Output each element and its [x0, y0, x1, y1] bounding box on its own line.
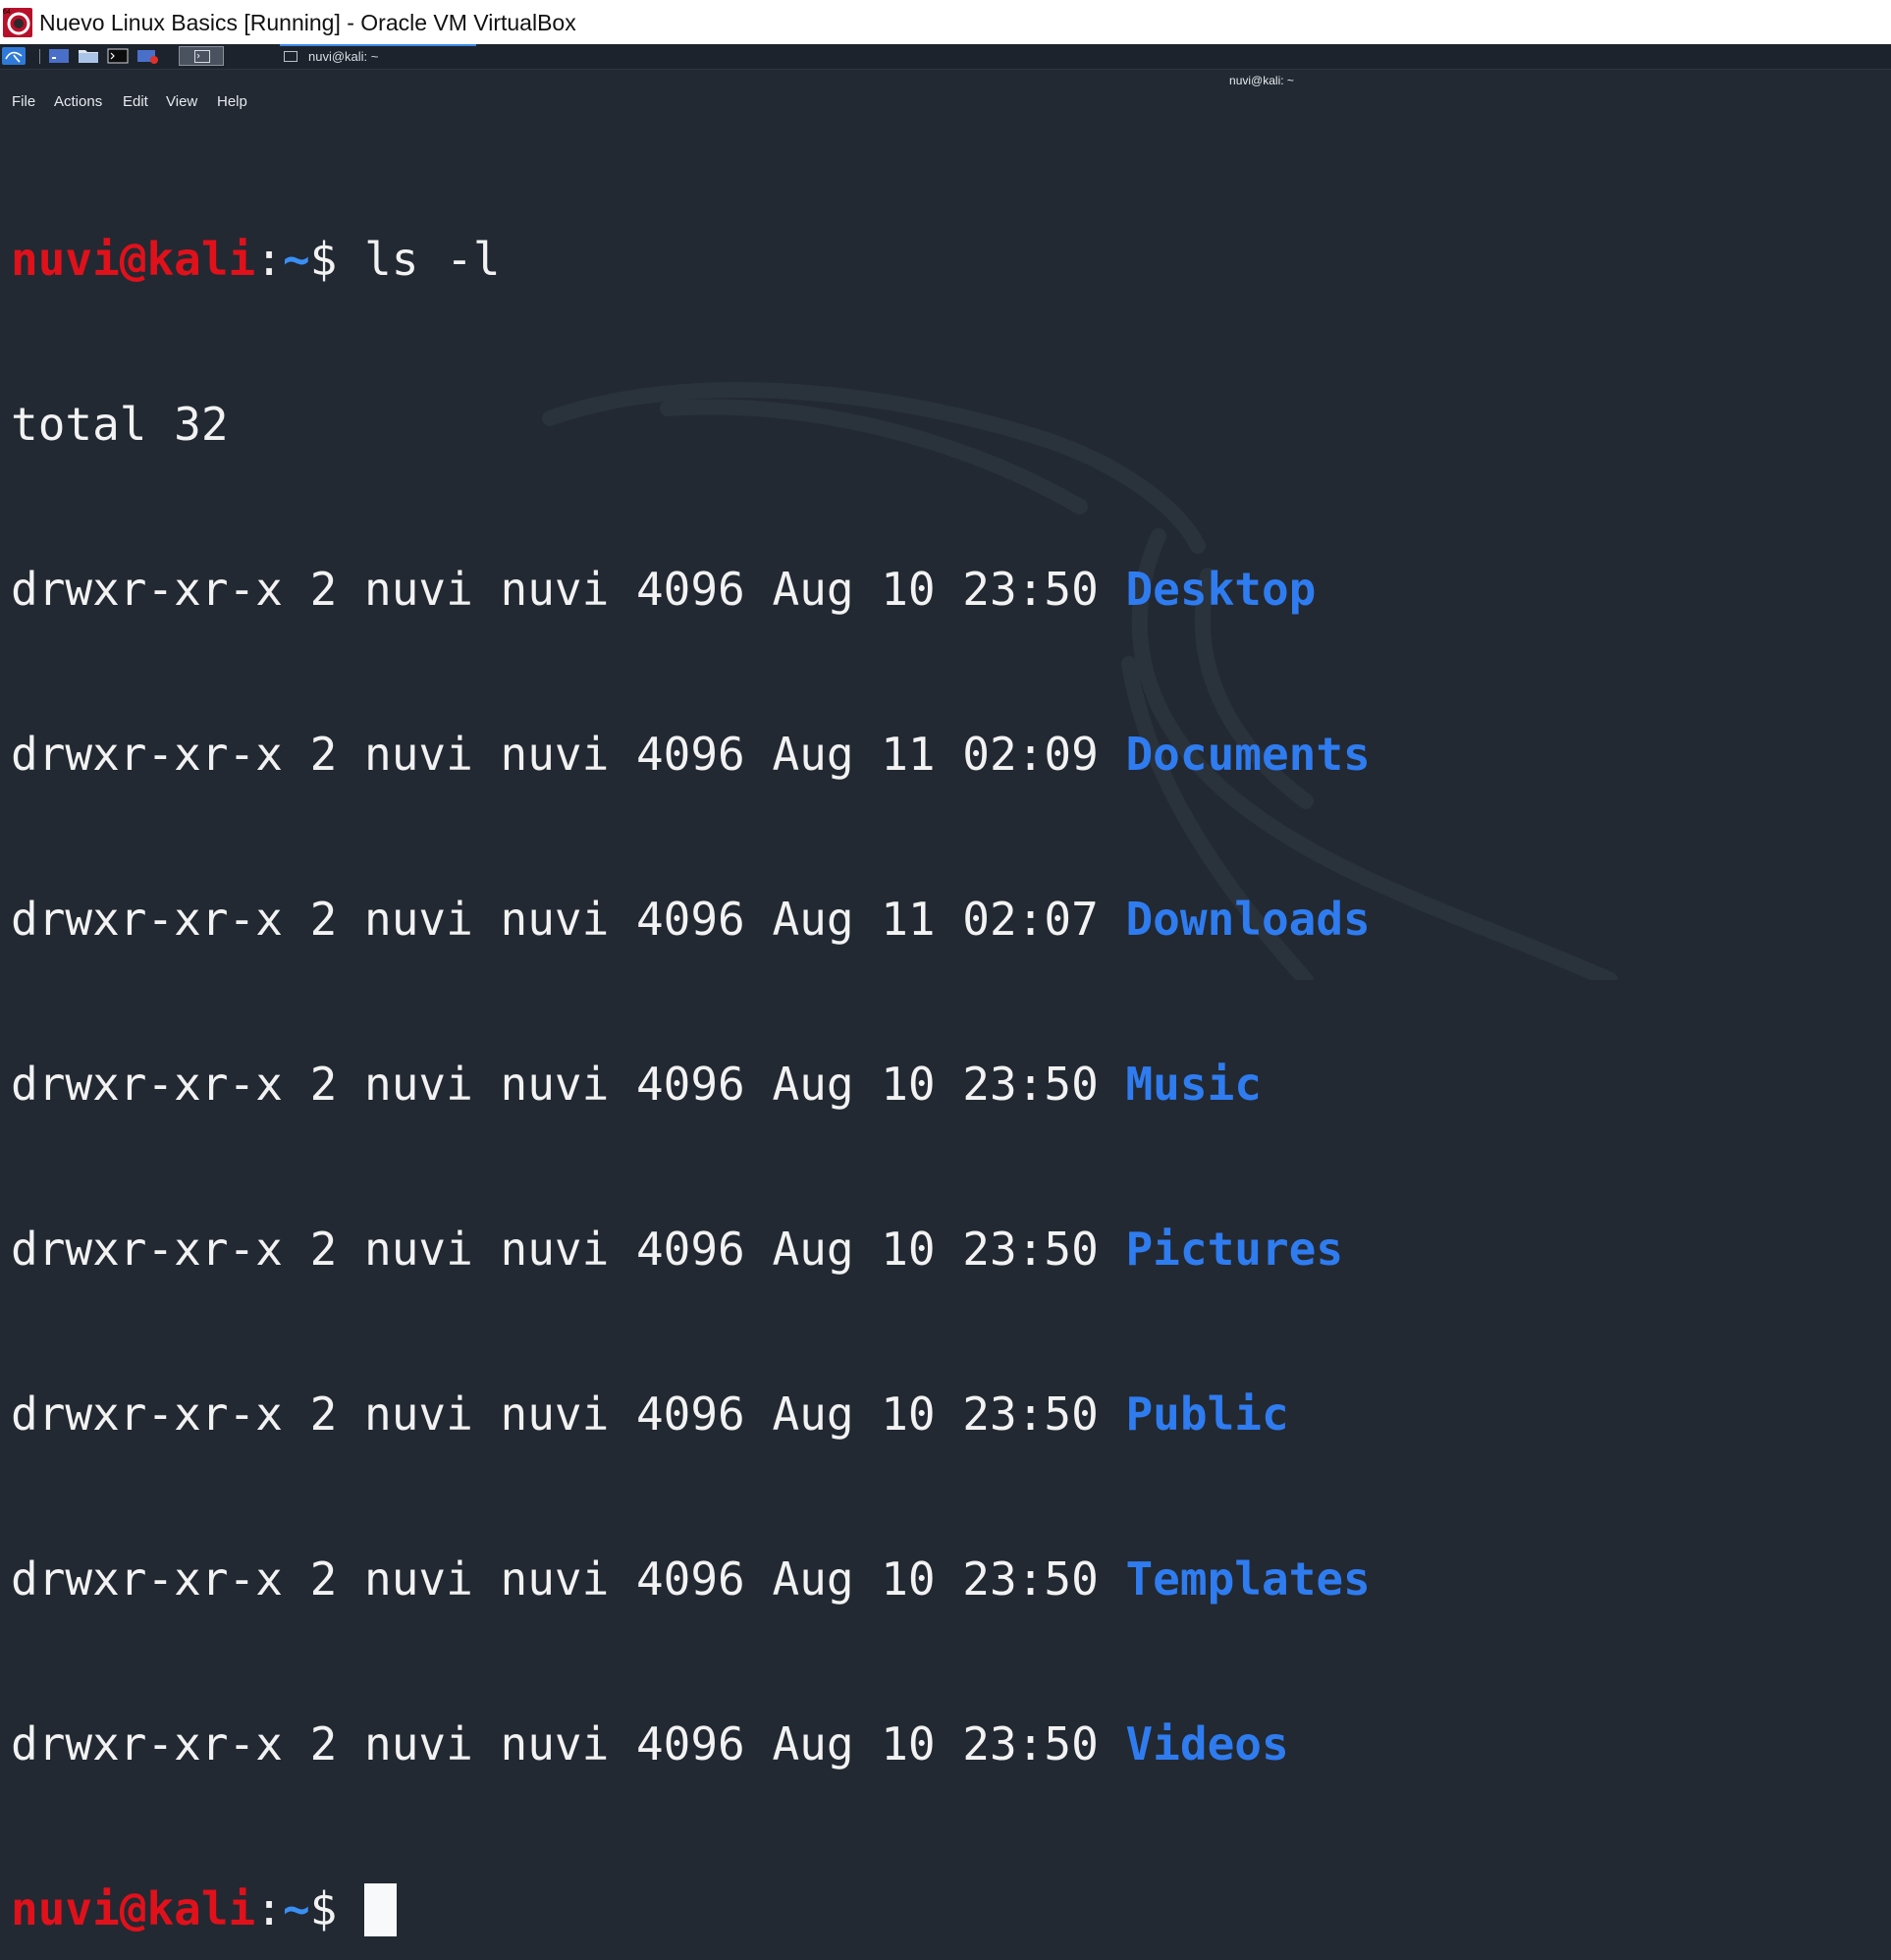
- list-item: drwxr-xr-x 2 nuvi nuvi 4096 Aug 10 23:50…: [11, 1222, 1371, 1277]
- entry-meta: drwxr-xr-x 2 nuvi nuvi 4096 Aug 10 23:50: [11, 1223, 1099, 1276]
- list-item: drwxr-xr-x 2 nuvi nuvi 4096 Aug 10 23:50…: [11, 562, 1371, 617]
- taskbar-window-terminal[interactable]: nuvi@kali: ~: [280, 44, 476, 69]
- command-line: nuvi@kali:~$ ls -l: [11, 232, 1371, 287]
- prompt-path: ~: [282, 233, 310, 286]
- workspace-icon[interactable]: [48, 47, 70, 65]
- top-panel: nuvi@kali: ~: [0, 44, 1891, 70]
- virtualbox-icon: 64: [2, 5, 33, 38]
- terminal-icon[interactable]: [107, 47, 129, 65]
- active-task-button[interactable]: [179, 46, 224, 66]
- entry-name: Videos: [1125, 1717, 1289, 1770]
- entry-meta: drwxr-xr-x 2 nuvi nuvi 4096 Aug 10 23:50: [11, 1058, 1099, 1111]
- entry-name: Pictures: [1125, 1223, 1344, 1276]
- prompt-dollar: $: [309, 233, 338, 286]
- entry-meta: drwxr-xr-x 2 nuvi nuvi 4096 Aug 10 23:50: [11, 1552, 1099, 1606]
- prompt-user: nuvi@kali: [11, 1882, 256, 1935]
- entry-name: Public: [1125, 1388, 1289, 1441]
- terminal-icon: [194, 50, 210, 63]
- menu-file[interactable]: File: [12, 93, 35, 110]
- taskbar-window-label: nuvi@kali: ~: [308, 49, 379, 64]
- file-manager-icon[interactable]: [78, 47, 99, 65]
- entry-name: Documents: [1125, 728, 1371, 781]
- menu-help[interactable]: Help: [217, 93, 247, 110]
- terminal-output[interactable]: nuvi@kali:~$ ls -l total 32 drwxr-xr-x 2…: [0, 114, 1891, 1936]
- entry-meta: drwxr-xr-x 2 nuvi nuvi 4096 Aug 11 02:07: [11, 893, 1099, 946]
- menu-actions[interactable]: Actions: [54, 93, 102, 110]
- entry-name: Downloads: [1125, 893, 1371, 946]
- command-text: ls -l: [364, 233, 501, 286]
- list-item: drwxr-xr-x 2 nuvi nuvi 4096 Aug 11 02:09…: [11, 727, 1371, 782]
- text-cursor: [364, 1883, 398, 1936]
- terminal-title: nuvi@kali: ~: [1229, 74, 1294, 87]
- list-item: drwxr-xr-x 2 nuvi nuvi 4096 Aug 10 23:50…: [11, 1552, 1371, 1606]
- kali-menu-icon[interactable]: [2, 47, 26, 65]
- list-item: drwxr-xr-x 2 nuvi nuvi 4096 Aug 10 23:50…: [11, 1387, 1371, 1442]
- entry-meta: drwxr-xr-x 2 nuvi nuvi 4096 Aug 10 23:50: [11, 1717, 1099, 1770]
- prompt-dollar: $: [309, 1882, 338, 1935]
- prompt-line: nuvi@kali:~$: [11, 1881, 1371, 1936]
- prompt-colon: :: [255, 233, 283, 286]
- menu-edit[interactable]: Edit: [123, 93, 148, 110]
- menu-view[interactable]: View: [166, 93, 197, 110]
- window-title: Nuevo Linux Basics [Running] - Oracle VM…: [39, 10, 576, 35]
- terminal-menu-bar: File Actions Edit View Help: [0, 90, 1891, 114]
- total-line: total 32: [11, 398, 229, 451]
- list-item: drwxr-xr-x 2 nuvi nuvi 4096 Aug 10 23:50…: [11, 1057, 1371, 1112]
- list-item: drwxr-xr-x 2 nuvi nuvi 4096 Aug 10 23:50…: [11, 1716, 1371, 1771]
- entry-meta: drwxr-xr-x 2 nuvi nuvi 4096 Aug 11 02:09: [11, 728, 1099, 781]
- terminal-title-bar: nuvi@kali: ~: [0, 71, 1891, 90]
- prompt-colon: :: [255, 1882, 283, 1935]
- terminal-text: nuvi@kali:~$ ls -l total 32 drwxr-xr-x 2…: [11, 122, 1371, 1960]
- panel-separator: [39, 49, 40, 64]
- recorder-icon[interactable]: [136, 47, 160, 65]
- entry-meta: drwxr-xr-x 2 nuvi nuvi 4096 Aug 10 23:50: [11, 1388, 1099, 1441]
- entry-name: Music: [1125, 1058, 1262, 1111]
- terminal-icon: [284, 51, 297, 62]
- entry-name: Templates: [1125, 1552, 1371, 1606]
- entry-name: Desktop: [1125, 563, 1317, 616]
- svg-text:64: 64: [3, 9, 11, 16]
- window-title-bar: 64 Nuevo Linux Basics [Running] - Oracle…: [0, 0, 1891, 44]
- prompt-path: ~: [282, 1882, 310, 1935]
- prompt-user: nuvi@kali: [11, 233, 256, 286]
- entry-meta: drwxr-xr-x 2 nuvi nuvi 4096 Aug 10 23:50: [11, 563, 1099, 616]
- list-item: drwxr-xr-x 2 nuvi nuvi 4096 Aug 11 02:07…: [11, 892, 1371, 947]
